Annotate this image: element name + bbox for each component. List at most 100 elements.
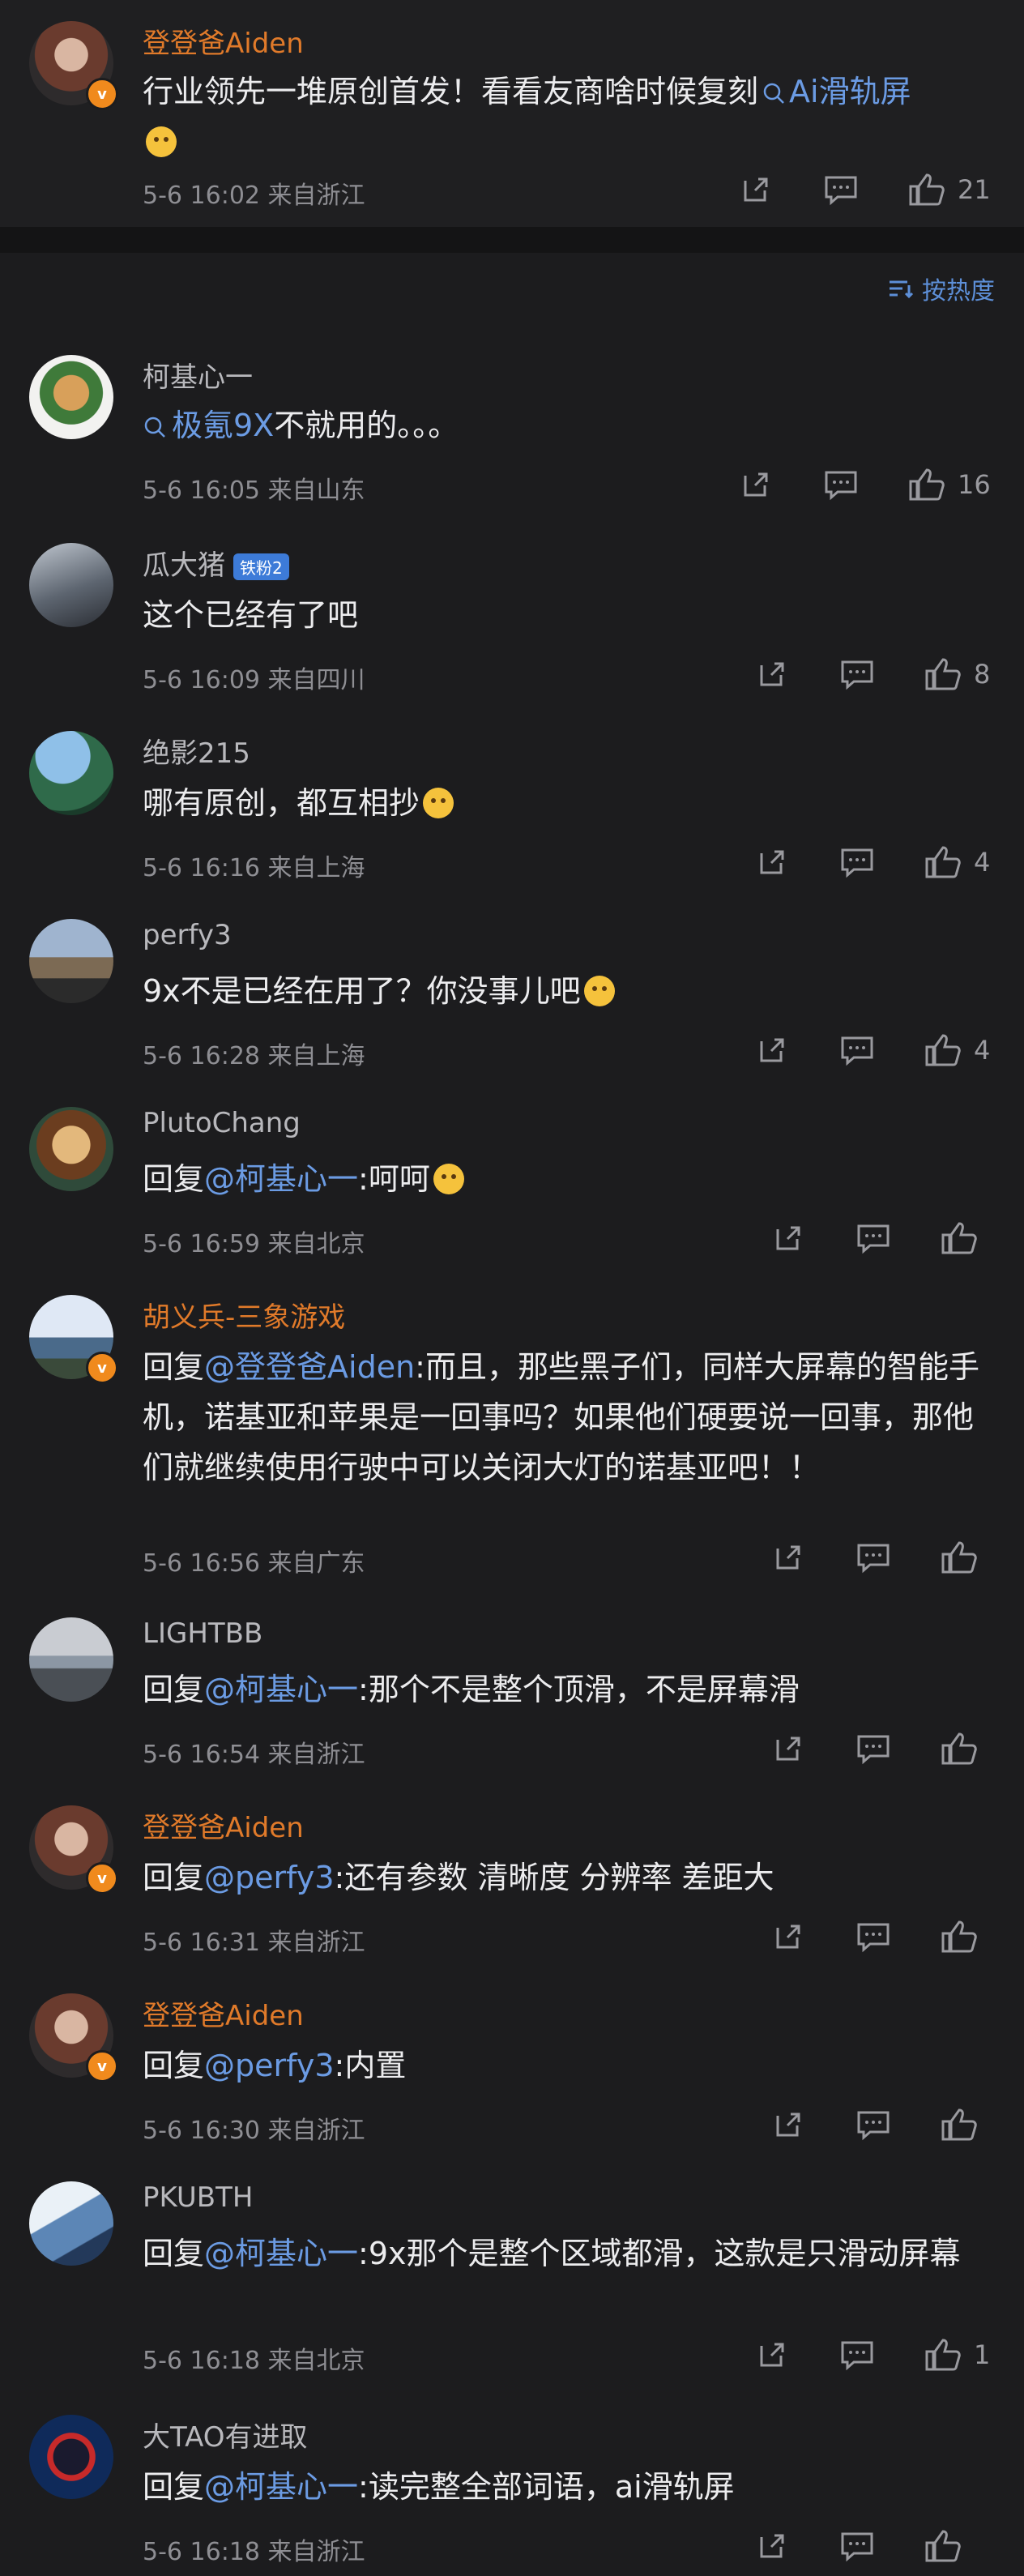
comment-button[interactable] xyxy=(855,1221,940,1255)
comment-button[interactable] xyxy=(823,468,907,502)
comment-meta: 5-6 16:31 来自浙江 xyxy=(143,1929,365,1957)
comment-text: 回复@柯基心一:读完整全部词语，ai滑轨屏 xyxy=(143,2462,993,2512)
comment-meta: 5-6 16:18 来自浙江 xyxy=(143,2538,365,2566)
avatar[interactable] xyxy=(29,919,113,1003)
like-button[interactable]: 16 xyxy=(907,467,991,502)
share-button[interactable] xyxy=(771,1732,855,1766)
comment-actions: 4 xyxy=(755,1032,990,1068)
avatar[interactable] xyxy=(29,355,113,439)
comment-button[interactable] xyxy=(855,1732,940,1766)
mention-link[interactable]: @柯基心一 xyxy=(204,2469,358,2505)
avatar[interactable] xyxy=(29,1617,113,1702)
avatar[interactable] xyxy=(29,2181,113,2266)
comment-text: 9x不是已经在用了？你没事儿吧 xyxy=(143,966,993,1016)
commenter-name[interactable]: PKUBTH xyxy=(143,2181,253,2214)
commenter-name[interactable]: 登登爸Aiden xyxy=(143,1993,304,2033)
share-icon xyxy=(776,1226,800,1250)
like-button[interactable] xyxy=(940,2107,979,2142)
verified-icon: v xyxy=(86,78,118,110)
like-icon xyxy=(941,1222,977,1254)
commenter-name[interactable]: 登登爸Aiden xyxy=(143,1805,304,1845)
avatar[interactable] xyxy=(29,1107,113,1191)
commenter-name[interactable]: PlutoChang xyxy=(143,1107,301,1139)
share-button[interactable] xyxy=(755,2529,839,2563)
post-meta: 5-6 16:02 来自浙江 xyxy=(143,182,365,210)
share-button[interactable] xyxy=(771,2108,855,2142)
comment-meta: 5-6 16:56 来自广东 xyxy=(143,1549,365,1578)
comment-button[interactable] xyxy=(855,1540,940,1574)
comment-actions xyxy=(771,2107,979,2142)
verified-icon: v xyxy=(86,1862,118,1895)
share-button[interactable] xyxy=(755,845,839,879)
comment-icon xyxy=(841,1036,873,1066)
like-button[interactable]: 1 xyxy=(924,2337,990,2373)
share-button[interactable] xyxy=(755,657,839,691)
mention-link[interactable]: @perfy3 xyxy=(204,1860,335,1895)
mention-link[interactable]: @柯基心一 xyxy=(204,1161,358,1197)
post-author[interactable]: 登登爸Aiden xyxy=(143,21,304,61)
like-button[interactable]: 4 xyxy=(924,844,990,880)
like-button[interactable] xyxy=(940,1731,979,1766)
comment-button[interactable] xyxy=(839,2338,924,2372)
like-button[interactable]: 8 xyxy=(924,656,990,692)
search-link[interactable]: Ai滑轨屏 xyxy=(758,74,911,109)
comment-button[interactable] xyxy=(839,2529,924,2563)
comment-text: 回复@柯基心一:呵呵 xyxy=(143,1154,993,1204)
comment-icon xyxy=(841,2532,873,2562)
comment-button[interactable] xyxy=(855,2108,940,2142)
commenter-name[interactable]: 柯基心一 xyxy=(143,355,253,395)
comment-button[interactable] xyxy=(839,1033,924,1067)
comment-body: 哪有原创，都互相抄 xyxy=(143,785,420,821)
share-button[interactable] xyxy=(771,1540,855,1574)
comment-button[interactable] xyxy=(839,657,924,691)
avatar[interactable] xyxy=(29,543,113,627)
reply-prefix: 回复 xyxy=(143,1672,205,1707)
like-button[interactable] xyxy=(924,2528,962,2564)
comment-button[interactable] xyxy=(823,173,907,207)
share-button[interactable] xyxy=(755,1033,839,1067)
avatar[interactable] xyxy=(29,731,113,815)
like-button[interactable] xyxy=(940,1220,979,1256)
sort-toggle[interactable]: 按热度 xyxy=(888,271,995,306)
like-icon xyxy=(925,1034,961,1066)
comment-icon xyxy=(841,660,873,690)
commenter-name[interactable]: 绝影215 xyxy=(143,731,250,771)
search-link[interactable]: 极氪9X xyxy=(172,408,274,443)
comment-body: 这个已经有了吧 xyxy=(143,597,359,633)
avatar[interactable] xyxy=(29,2415,113,2499)
mention-link[interactable]: @柯基心一 xyxy=(204,2236,358,2271)
like-button[interactable]: 21 xyxy=(907,172,991,207)
comment-meta: 5-6 16:59 来自北京 xyxy=(143,1230,365,1258)
comment-button[interactable] xyxy=(855,1920,940,1954)
share-button[interactable] xyxy=(739,468,823,502)
mention-link[interactable]: @perfy3 xyxy=(204,2048,335,2083)
comment-body: :9x那个是整个区域都滑，这款是只滑动屏幕 xyxy=(358,2236,961,2271)
commenter-name[interactable]: LIGHTBB xyxy=(143,1617,262,1650)
like-button[interactable]: 4 xyxy=(924,1032,990,1068)
like-count: 21 xyxy=(958,174,991,205)
like-button[interactable] xyxy=(940,1919,979,1954)
share-icon xyxy=(760,2534,784,2558)
like-icon xyxy=(925,2339,961,2371)
commenter-name[interactable]: 瓜大猪 铁粉2 xyxy=(143,543,289,583)
comment-body: :还有参数 清晰度 分辨率 差距大 xyxy=(334,1860,774,1895)
share-button[interactable] xyxy=(771,1920,855,1954)
search-link-label[interactable]: Ai滑轨屏 xyxy=(789,74,911,109)
commenter-name[interactable]: 大TAO有进取 xyxy=(143,2415,308,2454)
comment-actions: 8 xyxy=(755,656,990,692)
like-button[interactable] xyxy=(940,1540,979,1575)
commenter-name[interactable]: 胡义兵-三象游戏 xyxy=(143,1295,345,1335)
share-icon xyxy=(760,1038,784,1062)
reply-prefix: 回复 xyxy=(143,1161,205,1197)
comment-actions xyxy=(771,1731,979,1766)
like-count: 1 xyxy=(974,2339,991,2370)
share-button[interactable] xyxy=(739,173,823,207)
share-icon xyxy=(776,1545,800,1570)
share-button[interactable] xyxy=(771,1221,855,1255)
commenter-name[interactable]: perfy3 xyxy=(143,919,232,951)
comment-button[interactable] xyxy=(839,845,924,879)
mention-link[interactable]: @柯基心一 xyxy=(204,1672,358,1707)
comment-text: 这个已经有了吧 xyxy=(143,590,993,640)
mention-link[interactable]: @登登爸Aiden xyxy=(204,1349,415,1385)
share-button[interactable] xyxy=(755,2338,839,2372)
